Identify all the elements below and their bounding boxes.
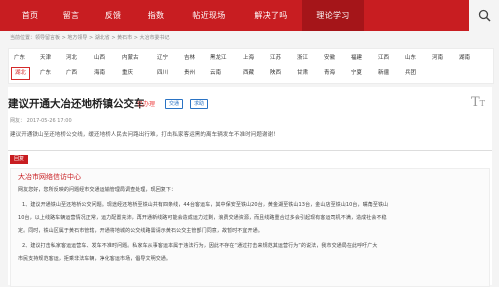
font-size-icon[interactable]: TT [471, 95, 485, 110]
region-item[interactable]: 安徽 [321, 52, 338, 65]
region-item[interactable]: 兵团 [402, 67, 419, 80]
region-item[interactable]: 辽宁 [154, 52, 171, 65]
region-item[interactable]: 青海 [321, 67, 338, 80]
region-item[interactable]: 黑龙江 [207, 52, 230, 65]
tag-help[interactable]: 求助 [190, 99, 209, 109]
region-item[interactable]: 新疆 [375, 67, 392, 80]
region-item[interactable]: 浙江 [294, 52, 311, 65]
region-item[interactable]: 宁夏 [348, 67, 365, 80]
region-item[interactable]: 陕西 [267, 67, 284, 80]
region-item[interactable]: 上海 [240, 52, 257, 65]
region-item[interactable]: 云南 [207, 67, 224, 80]
region-item[interactable]: 河北 [63, 52, 80, 65]
reply-paragraph: 网友您好，您所反映的问题经市交通运输管理局调查处理，现回复下： [18, 187, 177, 193]
region-item[interactable]: 江西 [375, 52, 392, 65]
region-item[interactable]: 贵州 [181, 67, 198, 80]
search-icon [478, 9, 491, 22]
region-item[interactable]: 广西 [63, 67, 80, 80]
reply-paragraph: 市民支持规范客运，拒乘非法车辆，净化客运市场，倡导文明交通。 [18, 256, 172, 262]
region-item[interactable]: 甘肃 [294, 67, 311, 80]
region-item[interactable]: 河南 [429, 52, 446, 65]
reply-paragraph: 定。同时，铁山区属于黄石市管辖，开通将地城的公交线路需请示黄石公交主管部门同意，… [18, 228, 263, 234]
region-item[interactable]: 重庆 [119, 67, 136, 80]
post-question: 建议开通铁山至还地桥公交线，缓还地桥人民去问路出行难，打击私家客运黑的离车辆发车… [10, 132, 279, 138]
region-item[interactable]: 四川 [154, 67, 171, 80]
reply-paragraph: 10台，以上线路车辆运营情况正常，运力配置充沛，再开通新线路可能会造成运力过剩，… [18, 215, 387, 221]
breadcrumb: 当前位置：领导留言板 > 地方领导 > 湖北省 > 黄石市 > 大冶市委书记 [10, 35, 170, 41]
region-item[interactable]: 广东 [37, 67, 54, 80]
nav-live[interactable]: 帖近现场 [178, 0, 240, 31]
nav-messages[interactable]: 留言 [50, 0, 92, 31]
search-button[interactable] [469, 0, 499, 31]
region-item[interactable]: 江苏 [267, 52, 284, 65]
region-item[interactable]: 山西 [91, 52, 108, 65]
region-item[interactable]: 海南 [91, 67, 108, 80]
region-item[interactable]: 山东 [402, 52, 419, 65]
reply-label: 回复 [10, 155, 29, 164]
nav-solved[interactable]: 解决了吗 [240, 0, 302, 31]
status-badge: 已办理 [137, 101, 156, 108]
nav-feedback[interactable]: 反馈 [92, 0, 134, 31]
region-item[interactable]: 西藏 [240, 67, 257, 80]
tag-traffic[interactable]: 交通 [165, 99, 184, 109]
region-selector: 广东 天津 河北 山西 内蒙古 辽宁 吉林 黑龙江 上海 江苏 浙江 安徽 福建… [8, 48, 494, 84]
region-item[interactable]: 吉林 [181, 52, 198, 65]
reply-organization: 大冶市网络信访中心 [18, 173, 81, 181]
nav-index[interactable]: 指数 [134, 0, 178, 31]
region-row-1: 广东 天津 河北 山西 内蒙古 辽宁 吉林 黑龙江 上海 江苏 浙江 安徽 福建… [11, 52, 491, 65]
region-item[interactable]: 湖南 [456, 52, 473, 65]
post-title: 建议开通大冶还地桥镇公交车 [8, 98, 145, 110]
region-item[interactable]: 天津 [37, 52, 54, 65]
nav-theory[interactable]: 理论学习 [302, 0, 364, 31]
region-row-2: 湖北 广东 广西 海南 重庆 四川 贵州 云南 西藏 陕西 甘肃 青海 宁夏 新… [11, 67, 491, 80]
reply-paragraph: 2、建议打击私家客运运营车、发车不准时问题。私家车从事客运本属于违法行为，因此不… [22, 243, 378, 249]
region-item-selected[interactable]: 湖北 [11, 67, 31, 80]
divider [8, 150, 492, 151]
top-nav: 首页 留言 反馈 指数 帖近现场 解决了吗 理论学习 [0, 0, 499, 31]
region-item[interactable]: 福建 [348, 52, 365, 65]
post-meta: 网友： 2017-05-26 17:00 [10, 118, 72, 124]
nav-home[interactable]: 首页 [10, 0, 50, 31]
region-item[interactable]: 广东 [11, 52, 28, 65]
region-item[interactable]: 内蒙古 [119, 52, 142, 65]
reply-paragraph: 1、建议开通铁山至还地桥公交问题。现途经还地桥至铁山共有四条线，44台客运车，其… [22, 202, 389, 208]
